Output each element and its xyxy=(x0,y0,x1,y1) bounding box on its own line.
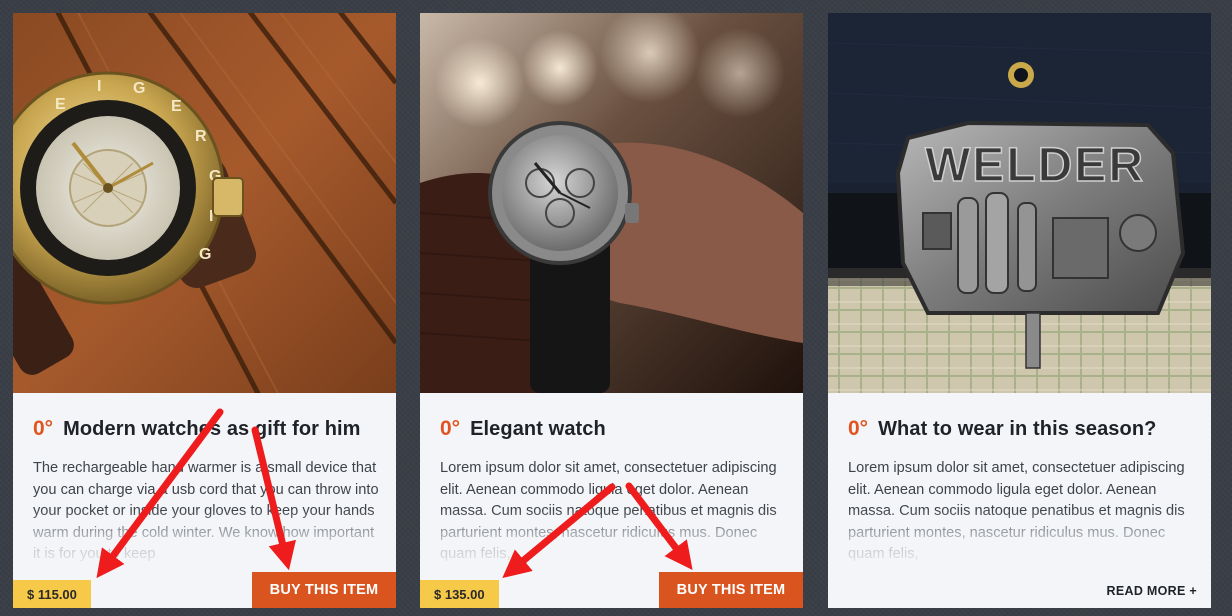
belt-buckle-photo: WELDER xyxy=(828,13,1211,393)
watch-on-wood-photo: E I G E R G I G xyxy=(13,13,396,393)
card-description: The rechargeable hand warmer is a small … xyxy=(33,460,379,562)
svg-text:E: E xyxy=(171,98,182,115)
svg-text:G: G xyxy=(199,246,211,263)
svg-text:I: I xyxy=(97,78,101,95)
card-title[interactable]: Modern watches as gift for him xyxy=(63,418,360,441)
likes-count[interactable]: 0° xyxy=(848,417,868,441)
card-image[interactable] xyxy=(420,13,803,393)
product-card: 0° Elegant watch Lorem ipsum dolor sit a… xyxy=(420,13,803,608)
card-title[interactable]: Elegant watch xyxy=(470,418,606,441)
price-tag: $ 135.00 xyxy=(420,580,499,608)
buy-this-item-button[interactable]: BUY THIS ITEM xyxy=(659,572,803,608)
article-card: WELDER 0° What to wear in this season? L… xyxy=(828,13,1211,608)
watch-on-wrist-photo xyxy=(420,13,803,393)
card-image[interactable]: WELDER xyxy=(828,13,1211,393)
svg-text:E: E xyxy=(55,96,66,113)
card-title-row: 0° What to wear in this season? xyxy=(848,417,1198,441)
svg-text:WELDER: WELDER xyxy=(925,139,1145,192)
card-description: Lorem ipsum dolor sit amet, consectetuer… xyxy=(440,460,777,562)
svg-text:G: G xyxy=(133,80,145,97)
svg-text:R: R xyxy=(195,128,207,145)
card-description: Lorem ipsum dolor sit amet, consectetuer… xyxy=(848,460,1185,562)
likes-count[interactable]: 0° xyxy=(33,417,53,441)
card-image[interactable]: E I G E R G I G xyxy=(13,13,396,393)
likes-count[interactable]: 0° xyxy=(440,417,460,441)
buy-this-item-button[interactable]: BUY THIS ITEM xyxy=(252,572,396,608)
product-card: E I G E R G I G 0° Modern watches as gif… xyxy=(13,13,396,608)
price-tag: $ 115.00 xyxy=(13,580,91,608)
card-title-row: 0° Elegant watch xyxy=(440,417,790,441)
read-more-link[interactable]: READ MORE + xyxy=(1107,584,1197,598)
card-title-row: 0° Modern watches as gift for him xyxy=(33,417,383,441)
card-title[interactable]: What to wear in this season? xyxy=(878,418,1156,441)
